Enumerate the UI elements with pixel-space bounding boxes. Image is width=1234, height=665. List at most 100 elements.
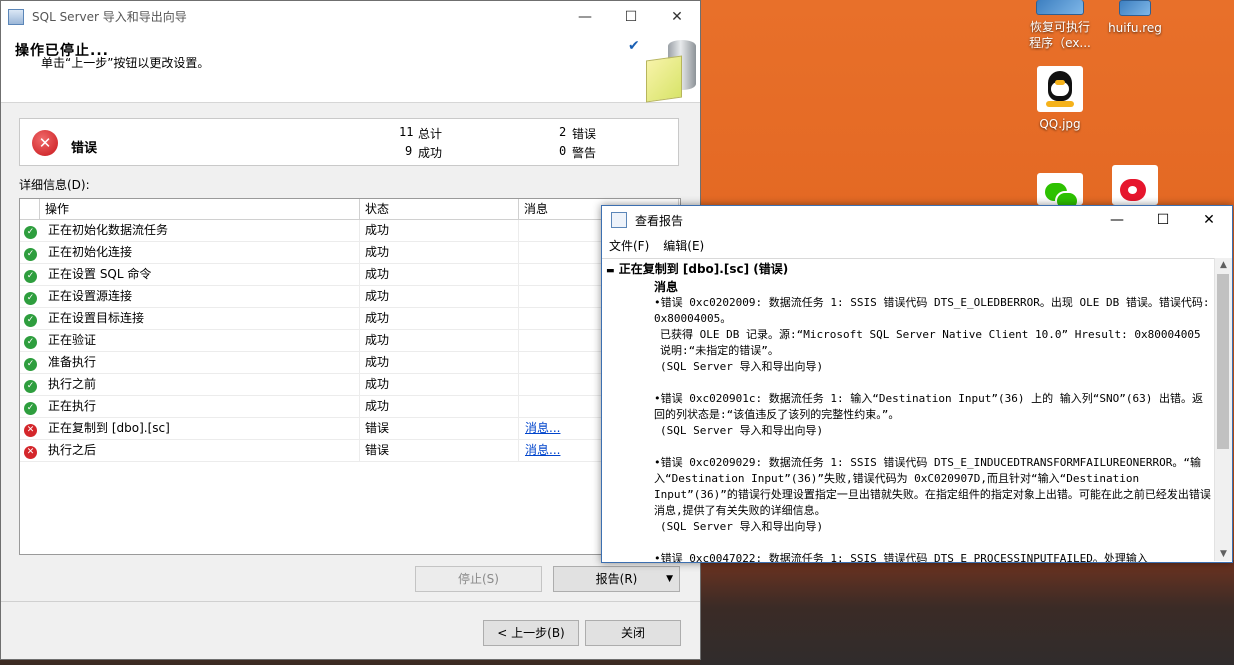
column-header-status[interactable]: 状态 — [360, 199, 519, 219]
success-check-icon: ✓ — [24, 248, 37, 261]
table-row[interactable]: ✓ 正在执行 成功 — [20, 396, 680, 418]
row-action: 正在初始化连接 — [40, 242, 360, 263]
scroll-up-arrow-icon[interactable]: ▲ — [1215, 258, 1232, 272]
report-entry-error-text: 错误 0xc0209029: 数据流任务 1: SSIS 错误代码 DTS_E_… — [654, 455, 1212, 519]
table-row[interactable]: ✓ 正在设置目标连接 成功 — [20, 308, 680, 330]
page-subtitle: 单击“上一步”按钮以更改设置。 — [41, 56, 210, 70]
report-entry: 错误 0xc020901c: 数据流任务 1: 输入“Destination I… — [602, 391, 1216, 439]
row-action-text: 正在初始化连接 — [48, 245, 133, 259]
report-title-bar[interactable]: 查看报告 — ☐ ✕ — [602, 206, 1232, 234]
row-message-link[interactable]: 消息... — [525, 421, 560, 435]
details-table[interactable]: 操作 状态 消息 ✓ 正在初始化数据流任务 成功 ✓ 正在初始化连接 成功 ✓ 正在设置 SQ… — [19, 198, 681, 555]
minimize-button[interactable]: — — [562, 1, 608, 32]
report-maximize-button[interactable]: ☐ — [1140, 206, 1186, 234]
report-minimize-button[interactable]: — — [1094, 206, 1140, 234]
row-status: 成功 — [360, 242, 519, 263]
column-header-action[interactable]: 操作 — [40, 199, 360, 219]
report-entry-detail-text: (SQL Server 导入和导出向导) — [660, 424, 824, 437]
row-status: 成功 — [360, 352, 519, 373]
success-check-icon: ✓ — [24, 402, 37, 415]
wizard-banner-graphic: ✔ — [628, 38, 700, 103]
row-action-text: 正在设置源连接 — [48, 289, 133, 303]
wizard-header: 操作已停止... 单击“上一步”按钮以更改设置。 ✔ — [1, 32, 700, 103]
row-message-link[interactable]: 消息... — [525, 443, 560, 457]
report-entry: 错误 0xc0047022: 数据流任务 1: SSIS 错误代码 DTS_E_… — [602, 551, 1216, 562]
reg-file-icon — [1036, 0, 1084, 15]
scroll-down-arrow-icon[interactable]: ▼ — [1215, 547, 1232, 561]
table-row[interactable]: ✓ 准备执行 成功 — [20, 352, 680, 374]
collapse-icon[interactable]: ▬ — [606, 266, 615, 276]
warning-count: 0 — [559, 144, 567, 158]
qq-icon — [1037, 66, 1083, 112]
close-window-button[interactable]: ✕ — [654, 1, 700, 32]
report-entry-detail-text: (SQL Server 导入和导出向导) — [660, 360, 824, 373]
table-row[interactable]: ✓ 正在设置源连接 成功 — [20, 286, 680, 308]
report-content[interactable]: ▬ 正在复制到 [dbo].[sc] (错误) 消息 错误 0xc0202009… — [602, 258, 1216, 562]
wechat-icon — [1037, 173, 1083, 211]
row-action-text: 正在设置目标连接 — [48, 311, 145, 325]
row-action: 正在验证 — [40, 330, 360, 351]
row-status-icon-cell: ✕ — [20, 440, 40, 461]
row-action-text: 正在复制到 [dbo].[sc] — [48, 421, 170, 435]
reg-file-icon — [1119, 0, 1151, 16]
report-close-button[interactable]: ✕ — [1186, 206, 1232, 234]
menu-edit[interactable]: 编辑(E) — [663, 237, 704, 254]
report-window-title: 查看报告 — [635, 213, 684, 228]
row-status-icon-cell: ✓ — [20, 286, 40, 307]
row-action: 正在执行 — [40, 396, 360, 417]
table-body: ✓ 正在初始化数据流任务 成功 ✓ 正在初始化连接 成功 ✓ 正在设置 SQL 命令 成功 ✓ 正在… — [20, 220, 680, 462]
row-status-icon-cell: ✓ — [20, 264, 40, 285]
desktop-icon-qq-jpg[interactable]: QQ.jpg — [1022, 66, 1098, 132]
row-action: 正在设置 SQL 命令 — [40, 264, 360, 285]
spreadsheet-icon — [646, 55, 682, 103]
back-button[interactable]: < 上一步(B) — [483, 620, 579, 646]
report-button[interactable]: 报告(R) ▼ — [553, 566, 680, 592]
details-label: 详细信息(D): — [19, 178, 90, 192]
row-status: 成功 — [360, 286, 519, 307]
maximize-button[interactable]: ☐ — [608, 1, 654, 32]
row-action-text: 正在验证 — [48, 333, 97, 347]
table-row[interactable]: ✓ 正在初始化数据流任务 成功 — [20, 220, 680, 242]
row-status-icon-cell: ✕ — [20, 418, 40, 439]
stop-button[interactable]: 停止(S) — [415, 566, 542, 592]
row-status: 成功 — [360, 374, 519, 395]
table-row[interactable]: ✓ 执行之前 成功 — [20, 374, 680, 396]
table-row[interactable]: ✓ 正在设置 SQL 命令 成功 — [20, 264, 680, 286]
menu-file[interactable]: 文件(F) — [609, 237, 649, 254]
row-action: 执行之后 — [40, 440, 360, 461]
row-action-text: 正在执行 — [48, 399, 97, 413]
row-action-text: 执行之前 — [48, 377, 97, 391]
desktop-icon-huifu-reg[interactable]: huifu.reg — [1097, 0, 1173, 36]
table-row[interactable]: ✓ 正在验证 成功 — [20, 330, 680, 352]
section-title-text: 正在复制到 [dbo].[sc] (错误) — [618, 262, 789, 276]
row-action: 准备执行 — [40, 352, 360, 373]
desktop-icon-restore-program[interactable]: 恢复可执行 程序（ex... — [1022, 0, 1098, 51]
success-check-icon: ✓ — [24, 270, 37, 283]
scrollbar-thumb[interactable] — [1217, 274, 1229, 449]
success-check-icon: ✓ — [24, 292, 37, 305]
window-title: SQL Server 导入和导出向导 — [32, 10, 187, 24]
table-row[interactable]: ✕ 正在复制到 [dbo].[sc] 错误 消息... — [20, 418, 680, 440]
button-divider — [1, 601, 700, 602]
desktop-icon-wechat[interactable] — [1022, 173, 1098, 211]
row-action-text: 准备执行 — [48, 355, 97, 369]
row-action-text: 正在初始化数据流任务 — [48, 223, 169, 237]
row-status-icon-cell: ✓ — [20, 220, 40, 241]
report-button-label: 报告(R) — [595, 572, 638, 586]
error-icon: ✕ — [32, 130, 58, 156]
desktop-icon-weibo[interactable] — [1097, 165, 1173, 209]
table-row[interactable]: ✓ 正在初始化连接 成功 — [20, 242, 680, 264]
row-action: 正在设置目标连接 — [40, 308, 360, 329]
row-status-icon-cell: ✓ — [20, 242, 40, 263]
table-row[interactable]: ✕ 执行之后 错误 消息... — [20, 440, 680, 462]
row-status-icon-cell: ✓ — [20, 374, 40, 395]
report-vertical-scrollbar[interactable]: ▲ ▼ — [1214, 258, 1232, 561]
report-entries: 错误 0xc0202009: 数据流任务 1: SSIS 错误代码 DTS_E_… — [602, 295, 1216, 562]
title-bar[interactable]: SQL Server 导入和导出向导 — ☐ ✕ — [1, 1, 700, 32]
success-label: 成功 — [418, 146, 443, 160]
report-entry-error-text: 错误 0xc0047022: 数据流任务 1: SSIS 错误代码 DTS_E_… — [654, 551, 1212, 562]
close-button[interactable]: 关闭 — [585, 620, 681, 646]
desktop-icon-label: QQ.jpg — [1039, 117, 1081, 131]
desktop-icon-label: huifu.reg — [1108, 21, 1162, 35]
table-header: 操作 状态 消息 — [20, 199, 680, 220]
